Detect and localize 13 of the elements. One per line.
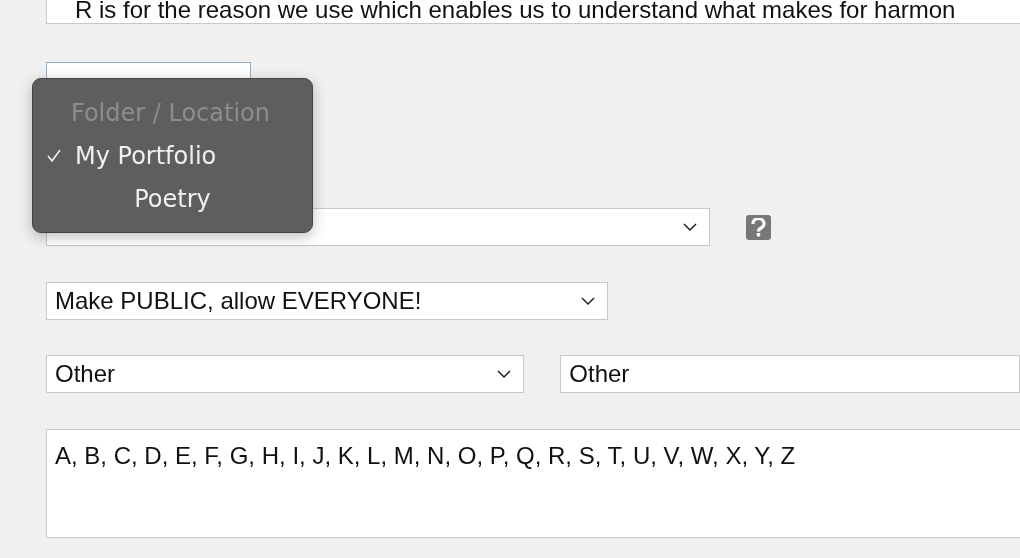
category-select[interactable]: Other	[46, 355, 525, 393]
chevron-down-icon	[683, 222, 697, 232]
help-icon[interactable]	[746, 214, 771, 240]
menu-item[interactable]: My Portfolio	[33, 134, 312, 177]
select-value: Other	[55, 360, 116, 388]
text-field[interactable]: R is for the reason we use which enables us to understand what makes for harmon	[46, 0, 1020, 24]
text-area[interactable]: A, B, C, D, E, F, G, H, I, J, K, L, M, N, O, P, Q, R, S, T, U, V, W, X, Y, Z	[46, 429, 1020, 538]
menu-item[interactable]: Poetry	[33, 177, 312, 220]
select-value: Make PUBLIC, allow EVERYONE!	[55, 287, 422, 315]
text-field[interactable]: Other	[560, 355, 1020, 393]
chevron-down-icon	[497, 369, 512, 379]
chevron-down-icon	[581, 296, 595, 306]
visibility-select[interactable]: Make PUBLIC, allow EVERYONE!	[46, 282, 608, 320]
